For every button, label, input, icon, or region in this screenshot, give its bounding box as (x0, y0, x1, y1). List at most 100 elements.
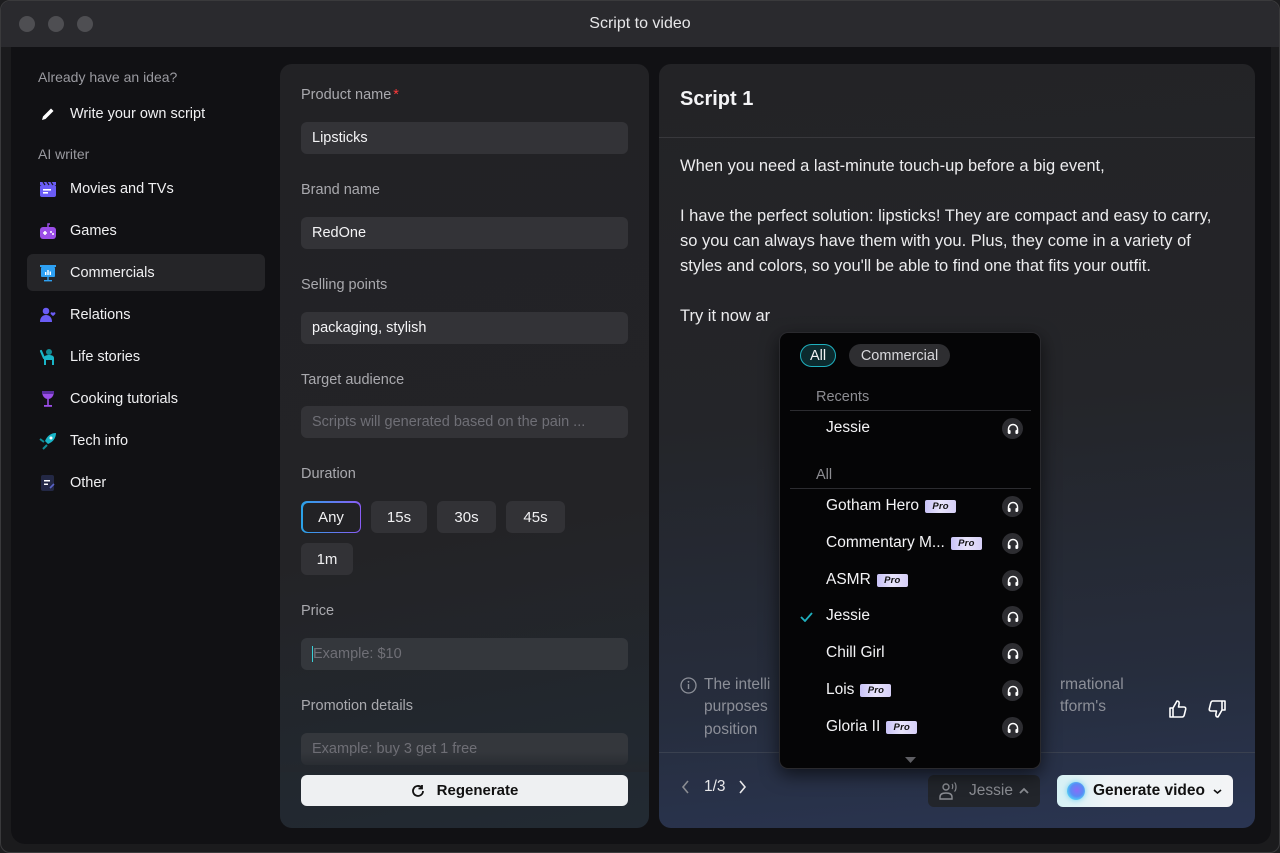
sidebar-item-write-own-script[interactable]: Write your own script (27, 95, 265, 132)
voice-item[interactable]: Lois Pro (780, 675, 1040, 705)
sidebar-item-life-stories[interactable]: Life stories (27, 338, 265, 375)
scroll-down-caret-icon[interactable] (905, 751, 916, 769)
selling-points-input[interactable]: packaging, stylish (301, 312, 628, 344)
divider (659, 137, 1255, 138)
rocket-icon (39, 432, 57, 450)
sidebar-item-other[interactable]: Other (27, 464, 265, 501)
price-label: Price (301, 603, 335, 619)
sidebar-item-games[interactable]: Games (27, 212, 265, 249)
brand-name-label: Brand name (301, 182, 380, 198)
script-title: Script 1 (680, 88, 754, 110)
thumbs-down-icon (1208, 700, 1226, 718)
chevron-up-icon (1019, 787, 1029, 795)
refresh-icon (411, 784, 425, 798)
pro-badge: Pro (925, 499, 957, 513)
voice-item[interactable]: Chill Girl (780, 638, 1040, 668)
headphones-icon (1007, 575, 1018, 586)
thumbs-up-icon (1169, 700, 1187, 718)
page-indicator: 1/3 (704, 778, 726, 795)
preview-voice-button[interactable] (1002, 496, 1023, 517)
voice-name: Chill Girl (826, 644, 885, 661)
voice-selector-button[interactable]: Jessie (928, 775, 1040, 807)
all-voices-heading: All (816, 467, 833, 483)
person-waving-icon (39, 348, 57, 366)
pencil-icon (39, 105, 57, 123)
duration-option-45s[interactable]: 45s (506, 501, 565, 533)
duration-option-any[interactable]: Any (301, 501, 361, 533)
generate-video-button[interactable]: Generate video (1057, 775, 1233, 807)
script-pager: 1/3 (680, 778, 748, 796)
promotion-details-label: Promotion details (301, 698, 414, 714)
sidebar-item-relations[interactable]: Relations (27, 296, 265, 333)
sidebar-item-label: Games (70, 222, 117, 239)
voice-item[interactable]: Jessie (780, 601, 1040, 631)
duration-option-1m[interactable]: 1m (301, 543, 353, 575)
selling-points-label: Selling points (301, 277, 388, 293)
next-script-button[interactable] (736, 779, 748, 795)
script-text[interactable]: When you need a last-minute touch-up bef… (680, 154, 1230, 354)
headphones-icon (1007, 648, 1018, 659)
filter-chip-commercial[interactable]: Commercial (849, 344, 950, 367)
person-heart-icon (39, 306, 57, 324)
voice-name: Gloria II Pro (826, 718, 918, 736)
voice-item[interactable]: Gloria II Pro (780, 712, 1040, 742)
checkmark-icon (800, 609, 813, 627)
thumbs-down-button[interactable] (1205, 697, 1229, 721)
preview-voice-button[interactable] (1002, 606, 1023, 627)
sidebar-item-label: Relations (70, 306, 131, 323)
price-input[interactable]: Example: $10 (301, 638, 628, 670)
sidebar-item-label: Write your own script (70, 105, 206, 122)
preview-voice-button[interactable] (1002, 643, 1023, 664)
headphones-icon (1007, 722, 1018, 733)
headphones-icon (1007, 538, 1018, 549)
pro-badge: Pro (876, 573, 908, 587)
voice-item[interactable]: ASMR Pro (780, 565, 1040, 595)
product-name-label: Product name * (301, 87, 399, 103)
product-name-input[interactable]: Lipsticks (301, 122, 628, 154)
voice-item[interactable]: Gotham Hero Pro (780, 491, 1040, 521)
target-audience-label: Target audience (301, 372, 405, 388)
sidebar-item-commercials[interactable]: Commercials (27, 254, 265, 291)
script-paragraph: I have the perfect solution: lipsticks! … (680, 207, 1212, 275)
chevron-left-icon (681, 780, 689, 794)
regenerate-button[interactable]: Regenerate (301, 775, 628, 806)
clapperboard-icon (39, 180, 57, 198)
sidebar: Already have an idea? Write your own scr… (11, 47, 276, 844)
preview-voice-button[interactable] (1002, 717, 1023, 738)
duration-option-15s[interactable]: 15s (371, 501, 427, 533)
sidebar-item-cooking-tutorials[interactable]: Cooking tutorials (27, 380, 265, 417)
duration-option-30s[interactable]: 30s (437, 501, 496, 533)
thumbs-up-button[interactable] (1166, 697, 1190, 721)
voice-item-recent-jessie[interactable]: Jessie (780, 413, 1040, 443)
commercial-form-panel: Product name * Lipsticks Brand name RedOn… (280, 64, 649, 828)
own-idea-heading: Already have an idea? (38, 69, 178, 85)
divider (790, 488, 1031, 489)
brand-name-input[interactable]: RedOne (301, 217, 628, 249)
voice-dropdown-menu: All Commercial Recents Jessie All Gotham… (779, 332, 1041, 769)
voice-name: Gotham Hero Pro (826, 497, 957, 515)
ai-writer-heading: AI writer (38, 146, 90, 162)
sidebar-item-label: Other (70, 474, 107, 491)
previous-script-button[interactable] (680, 779, 692, 795)
sidebar-item-label: Life stories (70, 348, 141, 365)
sidebar-item-label: Commercials (70, 264, 155, 281)
filter-chip-all[interactable]: All (800, 344, 836, 367)
note-edit-icon (39, 474, 57, 492)
pro-badge: Pro (860, 683, 892, 697)
voice-speaker-icon (939, 782, 959, 800)
required-asterisk: * (393, 87, 399, 103)
target-audience-input[interactable]: Scripts will generated based on the pain… (301, 406, 628, 438)
main-content: Already have an idea? Write your own scr… (11, 47, 1271, 844)
voice-item[interactable]: Commentary M... Pro (780, 528, 1040, 558)
preview-voice-button[interactable] (1002, 533, 1023, 554)
pro-badge: Pro (886, 720, 918, 734)
sidebar-item-movies-and-tvs[interactable]: Movies and TVs (27, 170, 265, 207)
preview-voice-button[interactable] (1002, 418, 1023, 439)
gamepad-icon (39, 222, 57, 240)
duration-label: Duration (301, 466, 356, 482)
preview-voice-button[interactable] (1002, 570, 1023, 591)
chevron-down-icon (1213, 788, 1222, 795)
preview-voice-button[interactable] (1002, 680, 1023, 701)
sidebar-item-label: Tech info (70, 432, 129, 449)
sidebar-item-tech-info[interactable]: Tech info (27, 422, 265, 459)
